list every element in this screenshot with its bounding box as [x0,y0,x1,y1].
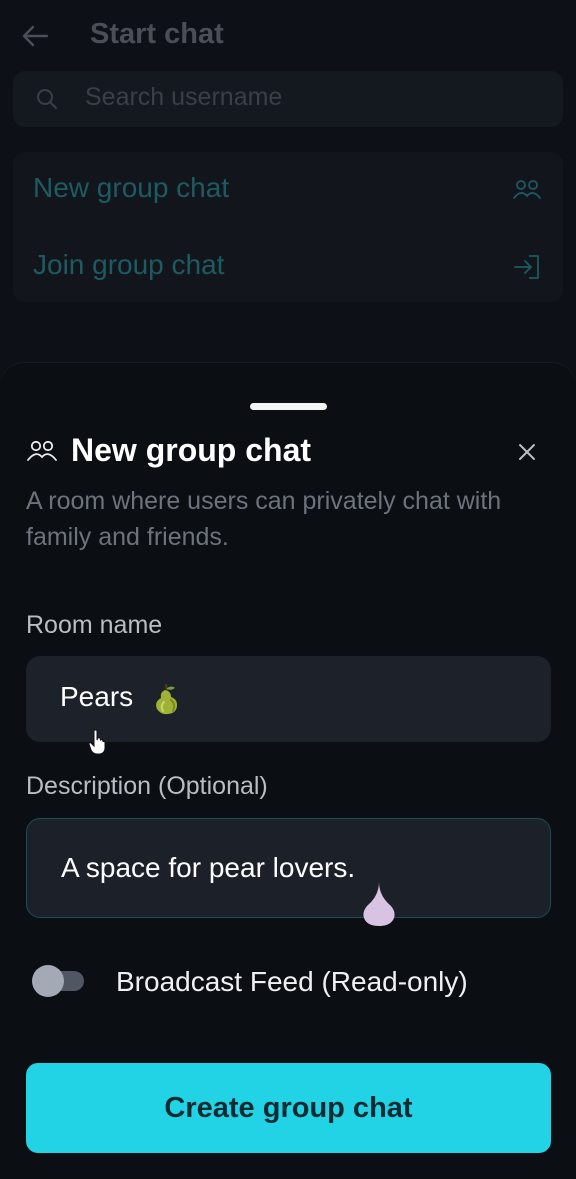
arrow-left-icon [22,25,49,47]
pear-emoji-icon [156,683,177,714]
description-value: A space for pear lovers. [61,852,356,883]
room-name-value-wrap: Pears [60,681,181,716]
search-input[interactable]: Search username [13,71,563,127]
page-title: Start chat [90,18,224,50]
sheet-title: New group chat [71,432,312,468]
group-icon [513,180,541,199]
broadcast-toggle[interactable] [32,965,86,997]
sheet-drag-handle[interactable] [250,403,327,410]
new-group-chat-sheet: New group chat A room where users can pr… [0,363,576,1179]
description-label: Description (Optional) [26,772,268,800]
login-icon [514,255,539,279]
create-group-chat-button[interactable]: Create group chat [26,1063,551,1153]
search-placeholder: Search username [85,83,283,111]
description-field[interactable]: A space for pear lovers. [26,818,551,918]
option-label: New group chat [33,172,230,203]
new-group-chat-option[interactable]: New group chat [13,152,563,227]
close-icon [519,444,535,460]
group-icon [27,440,57,461]
broadcast-label: Broadcast Feed (Read-only) [116,966,468,997]
join-group-chat-option[interactable]: Join group chat [13,229,563,304]
app-root: Start chat Search username New group cha… [0,0,576,1179]
close-button[interactable] [510,435,544,469]
hand-pointer-icon [88,729,106,755]
search-icon [37,89,57,109]
room-name-value: Pears [60,681,134,712]
option-label: Join group chat [33,249,225,280]
text-selection-handle-icon[interactable] [362,882,396,926]
toggle-knob [32,965,64,997]
chat-options-list: New group chat Join group chat [13,152,563,302]
top-bar: Start chat [0,0,576,70]
back-button[interactable] [18,20,52,52]
sheet-description: A room where users can privately chat wi… [26,487,502,551]
room-name-label: Room name [26,611,163,639]
create-button-label: Create group chat [164,1091,413,1124]
